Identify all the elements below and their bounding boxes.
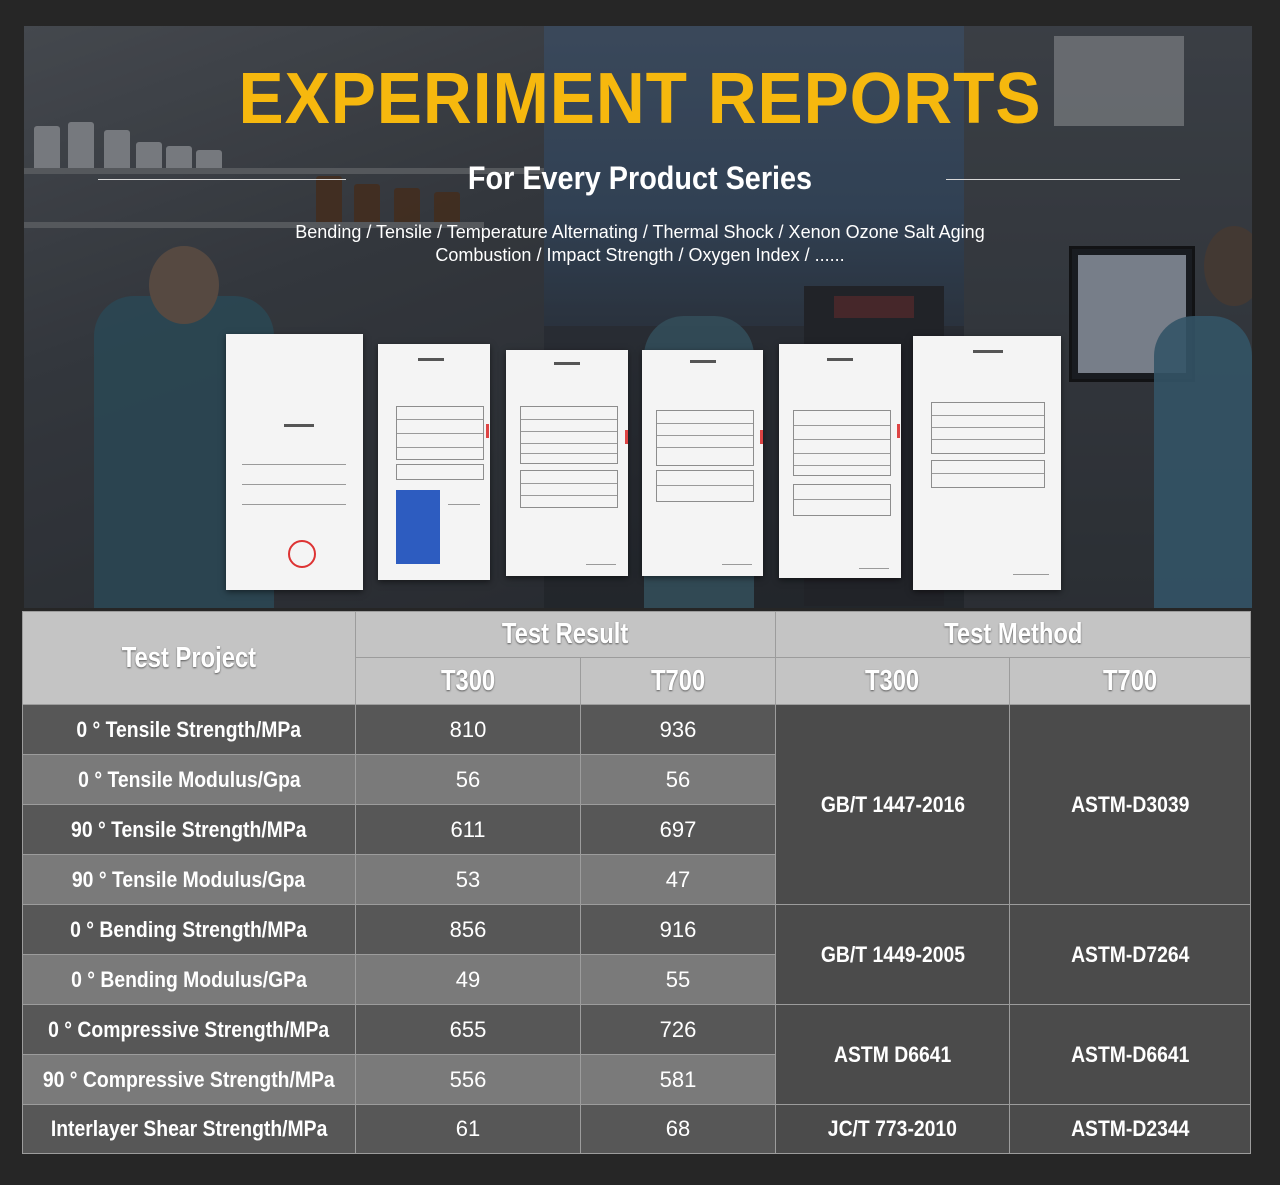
col-header-method-t700: T700 bbox=[1009, 657, 1252, 705]
test-list: Bending / Tensile / Temperature Alternat… bbox=[0, 221, 1280, 267]
report-card-6 bbox=[913, 336, 1061, 590]
row-t300-value: 810 bbox=[355, 704, 581, 755]
row-project: 0 ° Tensile Strength/MPa bbox=[22, 704, 356, 755]
method-t700: ASTM-D7264 bbox=[1009, 904, 1252, 1005]
method-t300: GB/T 1447-2016 bbox=[775, 704, 1011, 905]
row-t700-value: 55 bbox=[579, 954, 777, 1005]
row-t700-value: 697 bbox=[579, 804, 777, 855]
method-t300: ASTM D6641 bbox=[775, 1004, 1011, 1105]
row-t300-value: 53 bbox=[355, 854, 581, 905]
report-card-3 bbox=[506, 350, 628, 576]
table-row: 0 ° Bending Strength/MPa 856 916 GB/T 14… bbox=[22, 904, 1252, 1005]
col-header-test-project: Test Project bbox=[22, 611, 356, 705]
col-header-method-t300: T300 bbox=[775, 657, 1011, 705]
report-card-2 bbox=[378, 344, 490, 580]
report-card-4 bbox=[642, 350, 763, 576]
row-t300-value: 655 bbox=[355, 1004, 581, 1055]
row-t300-value: 556 bbox=[355, 1054, 581, 1105]
row-t700-value: 47 bbox=[579, 854, 777, 905]
method-t300: GB/T 1449-2005 bbox=[775, 904, 1011, 1005]
row-project: Interlayer Shear Strength/MPa bbox=[22, 1104, 356, 1154]
row-t300-value: 611 bbox=[355, 804, 581, 855]
col-group-test-result: Test Result bbox=[354, 611, 777, 658]
row-t700-value: 726 bbox=[579, 1004, 777, 1055]
test-results-table: Test Project Test Result Test Method T30… bbox=[22, 611, 1252, 1154]
method-t700: ASTM-D2344 bbox=[1009, 1104, 1252, 1154]
table-row: Interlayer Shear Strength/MPa 61 68 JC/T… bbox=[22, 1104, 1252, 1154]
method-t700: ASTM-D6641 bbox=[1009, 1004, 1252, 1105]
test-list-line-2: Combustion / Impact Strength / Oxygen In… bbox=[435, 245, 845, 265]
method-t300: JC/T 773-2010 bbox=[775, 1104, 1011, 1154]
row-project: 0 ° Tensile Modulus/Gpa bbox=[22, 754, 356, 805]
row-project: 90 ° Tensile Strength/MPa bbox=[22, 804, 356, 855]
report-card-1 bbox=[226, 334, 363, 590]
row-project: 0 ° Compressive Strength/MPa bbox=[22, 1004, 356, 1055]
page-title: EXPERIMENT REPORTS bbox=[238, 59, 1042, 139]
method-t700: ASTM-D3039 bbox=[1009, 704, 1252, 905]
page-subtitle: For Every Product Series bbox=[467, 160, 813, 196]
table-row: 0 ° Compressive Strength/MPa 655 726 AST… bbox=[22, 1004, 1252, 1105]
row-project: 90 ° Compressive Strength/MPa bbox=[22, 1054, 356, 1105]
col-header-result-t700: T700 bbox=[579, 657, 777, 705]
row-t700-value: 936 bbox=[579, 704, 777, 755]
test-list-line-1: Bending / Tensile / Temperature Alternat… bbox=[295, 222, 985, 242]
row-t700-value: 56 bbox=[579, 754, 777, 805]
row-project: 0 ° Bending Strength/MPa bbox=[22, 904, 356, 955]
col-group-test-method: Test Method bbox=[775, 611, 1252, 658]
row-t700-value: 581 bbox=[579, 1054, 777, 1105]
row-t300-value: 49 bbox=[355, 954, 581, 1005]
row-t700-value: 68 bbox=[579, 1104, 777, 1154]
row-t700-value: 916 bbox=[579, 904, 777, 955]
row-t300-value: 56 bbox=[355, 754, 581, 805]
row-project: 90 ° Tensile Modulus/Gpa bbox=[22, 854, 356, 905]
table-row: 0 ° Tensile Strength/MPa 810 936 GB/T 14… bbox=[22, 704, 1252, 905]
row-t300-value: 856 bbox=[355, 904, 581, 955]
report-card-5 bbox=[779, 344, 901, 578]
row-t300-value: 61 bbox=[355, 1104, 581, 1154]
row-project: 0 ° Bending Modulus/GPa bbox=[22, 954, 356, 1005]
col-header-result-t300: T300 bbox=[355, 657, 581, 705]
